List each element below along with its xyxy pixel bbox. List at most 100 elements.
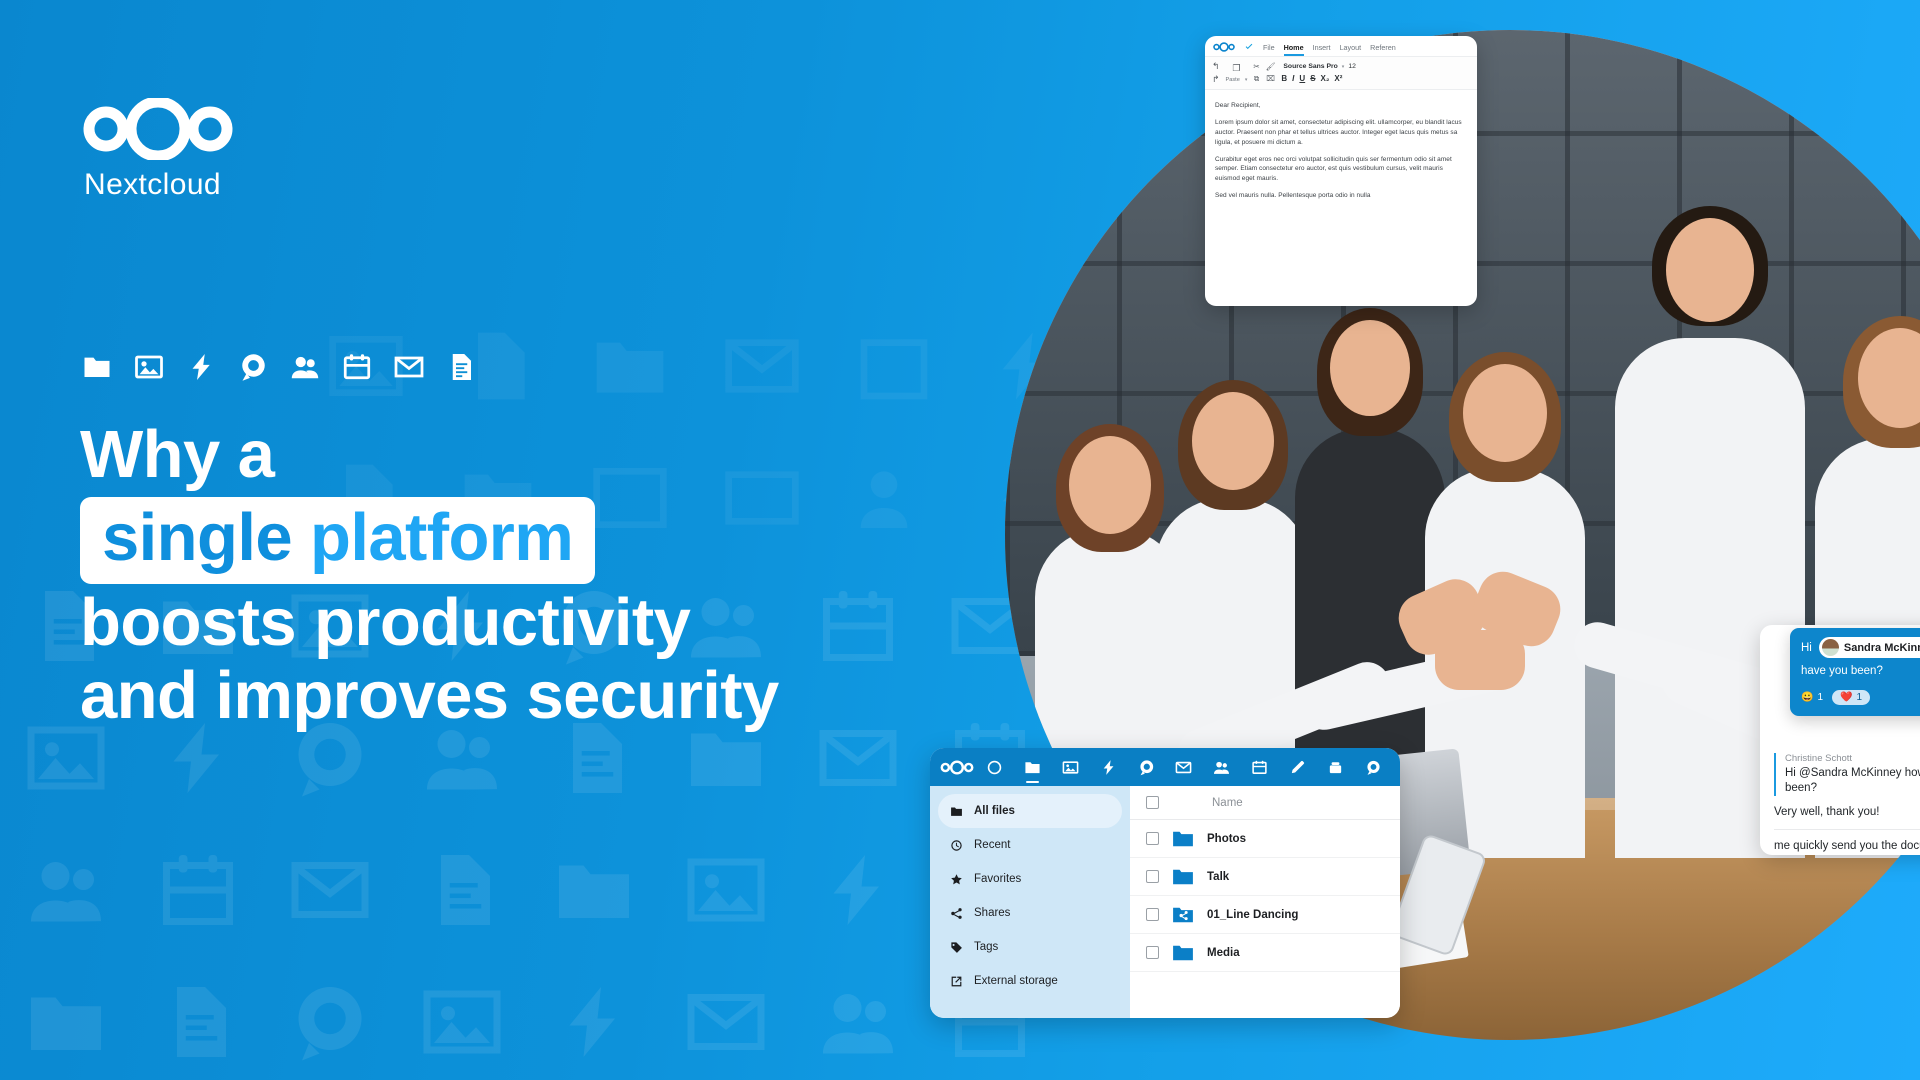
column-header-name[interactable]: Name (1212, 797, 1243, 809)
italic-button[interactable]: I (1292, 74, 1294, 83)
search-icon[interactable] (1127, 748, 1165, 786)
chat-bubble-top: Hi Sandra McKinney (1801, 637, 1920, 658)
files-icon[interactable] (1014, 748, 1052, 786)
row-checkbox[interactable] (1146, 832, 1159, 845)
notes-pencil-icon[interactable] (1278, 748, 1316, 786)
sidebar-item-recent[interactable]: Recent (938, 828, 1122, 862)
text-format-row: B I U S X₂ X² (1281, 74, 1342, 83)
photos-icon[interactable] (1051, 748, 1089, 786)
sidebar-item-shares[interactable]: Shares (938, 896, 1122, 930)
reaction-heart[interactable]: ❤️ 1 (1832, 690, 1871, 705)
scissors-icon[interactable]: ✂ (1253, 63, 1259, 71)
chat-bubble-text: have you been? (1801, 665, 1883, 677)
doc-menu-references[interactable]: Referen (1370, 43, 1396, 52)
bg-folder-icon (0, 956, 132, 1080)
chat-divider (1774, 828, 1920, 830)
row-checkbox[interactable] (1146, 908, 1159, 921)
calendar-icon (342, 352, 372, 382)
bg-contacts-icon (0, 824, 132, 956)
contacts-icon (290, 352, 320, 382)
sidebar-item-label: All files (974, 805, 1015, 817)
chat-bubble-outgoing[interactable]: Hi Sandra McKinney have you been? 😀 1 ❤️… (1790, 628, 1920, 716)
chat-message-text: Very well, thank you! (1774, 805, 1880, 818)
table-row[interactable]: Photos (1130, 820, 1400, 858)
undo-icon[interactable]: ↰ (1212, 62, 1220, 71)
table-row[interactable]: 01_Line Dancing (1130, 896, 1400, 934)
dashboard-icon[interactable] (976, 748, 1014, 786)
document-editor-window[interactable]: File Home Insert Layout Referen ↰ ↱ ❐ Pa… (1205, 36, 1477, 306)
sidebar-item-all-files[interactable]: All files (938, 794, 1122, 828)
file-name[interactable]: Talk (1207, 871, 1229, 883)
doc-menu-layout[interactable]: Layout (1340, 43, 1362, 52)
row-checkbox[interactable] (1146, 946, 1159, 959)
files-app-window[interactable]: All files Recent Favorites Shares Tags E… (930, 748, 1400, 1018)
sidebar-item-tags[interactable]: Tags (938, 930, 1122, 964)
doc-menu-home[interactable]: Home (1283, 43, 1304, 56)
doc-menu-insert[interactable]: Insert (1313, 43, 1331, 52)
subscript-button[interactable]: X₂ (1321, 74, 1330, 83)
chat-message-quoted[interactable]: Christine Schott Hi @Sandra McKinney how… (1774, 753, 1920, 796)
sidebar-item-label: External storage (974, 975, 1058, 987)
chat-message[interactable]: me quickly send you the docu en working … (1774, 839, 1920, 855)
underline-button[interactable]: U (1299, 74, 1305, 83)
bg-text-document-icon (132, 956, 264, 1080)
nextcloud-logo-icon[interactable] (938, 748, 976, 786)
bg-photos-icon (660, 824, 792, 956)
undo-redo-group: ↰ ↱ (1212, 62, 1220, 84)
bg-mail-icon (660, 956, 792, 1080)
font-size: 12 (1348, 63, 1356, 70)
bg-calendar-icon (828, 300, 960, 432)
bg-activity-icon (792, 824, 924, 956)
document-page[interactable]: Dear Recipient, Lorem ipsum dolor sit am… (1205, 90, 1477, 201)
file-name[interactable]: 01_Line Dancing (1207, 909, 1298, 921)
font-name: Source Sans Pro (1283, 63, 1338, 70)
strikethrough-button[interactable]: S (1310, 74, 1315, 83)
brand-name: Nextcloud (84, 168, 222, 201)
sidebar-item-favorites[interactable]: Favorites (938, 862, 1122, 896)
talk-icon[interactable] (1354, 748, 1392, 786)
calendar-icon[interactable] (1241, 748, 1279, 786)
chat-message[interactable]: Very well, thank you! (1774, 805, 1920, 820)
text-document-icon (446, 352, 476, 382)
mail-icon[interactable] (1165, 748, 1203, 786)
chat-message-author: Christine Schott (1785, 753, 1853, 764)
paste-row[interactable]: Paste ▾ (1226, 77, 1248, 83)
file-name[interactable]: Media (1207, 947, 1240, 959)
reaction-count: 1 (1856, 692, 1863, 703)
deck-icon[interactable] (1316, 748, 1354, 786)
table-row[interactable]: Media (1130, 934, 1400, 972)
headline-highlight-word-1: single (102, 500, 311, 576)
clear-format-icon[interactable]: ⌧ (1266, 75, 1275, 83)
copy-icon[interactable]: ⧉ (1254, 75, 1259, 83)
brand-logo[interactable]: Nextcloud (82, 96, 342, 202)
superscript-button[interactable]: X² (1334, 74, 1342, 83)
activity-icon[interactable] (1089, 748, 1127, 786)
sidebar-item-external-storage[interactable]: External storage (938, 964, 1122, 998)
chat-mention-chip[interactable]: Sandra McKinney (1818, 637, 1920, 658)
headline-line-4: and improves security (80, 658, 779, 734)
row-checkbox[interactable] (1146, 870, 1159, 883)
photo-person-head (1069, 436, 1151, 535)
bg-photos-icon (396, 956, 528, 1080)
doc-menu-file[interactable]: File (1263, 43, 1275, 52)
check-circle-icon[interactable] (1244, 42, 1254, 52)
table-row[interactable]: Talk (1130, 858, 1400, 896)
bold-button[interactable]: B (1281, 74, 1287, 83)
contacts-icon[interactable] (1203, 748, 1241, 786)
chat-message-text: me quickly send you the docu (1774, 839, 1920, 852)
redo-icon[interactable]: ↱ (1212, 75, 1220, 84)
select-all-checkbox[interactable] (1146, 796, 1159, 809)
chevron-down-icon[interactable]: ▾ (1245, 77, 1248, 83)
font-selector[interactable]: Source Sans Pro ▾ 12 (1283, 63, 1355, 70)
chat-thread: Christine Schott Hi @Sandra McKinney how… (1760, 743, 1920, 855)
chevron-down-icon[interactable]: ▾ (1342, 64, 1345, 70)
bg-mail-icon (696, 300, 828, 432)
chat-message-text: en working on: (1774, 854, 1920, 856)
reaction-smile[interactable]: 😀 1 (1801, 692, 1823, 703)
format-painter-icon[interactable]: 🖌 (1266, 63, 1276, 71)
headline-highlight: single platform (80, 497, 596, 585)
clipboard-icon[interactable]: ❐ (1232, 63, 1240, 73)
file-name[interactable]: Photos (1207, 833, 1246, 845)
chat-message-text: Hi @Sandra McKinney how have you been? (1785, 767, 1920, 794)
nextcloud-logo-icon[interactable] (1213, 42, 1235, 52)
